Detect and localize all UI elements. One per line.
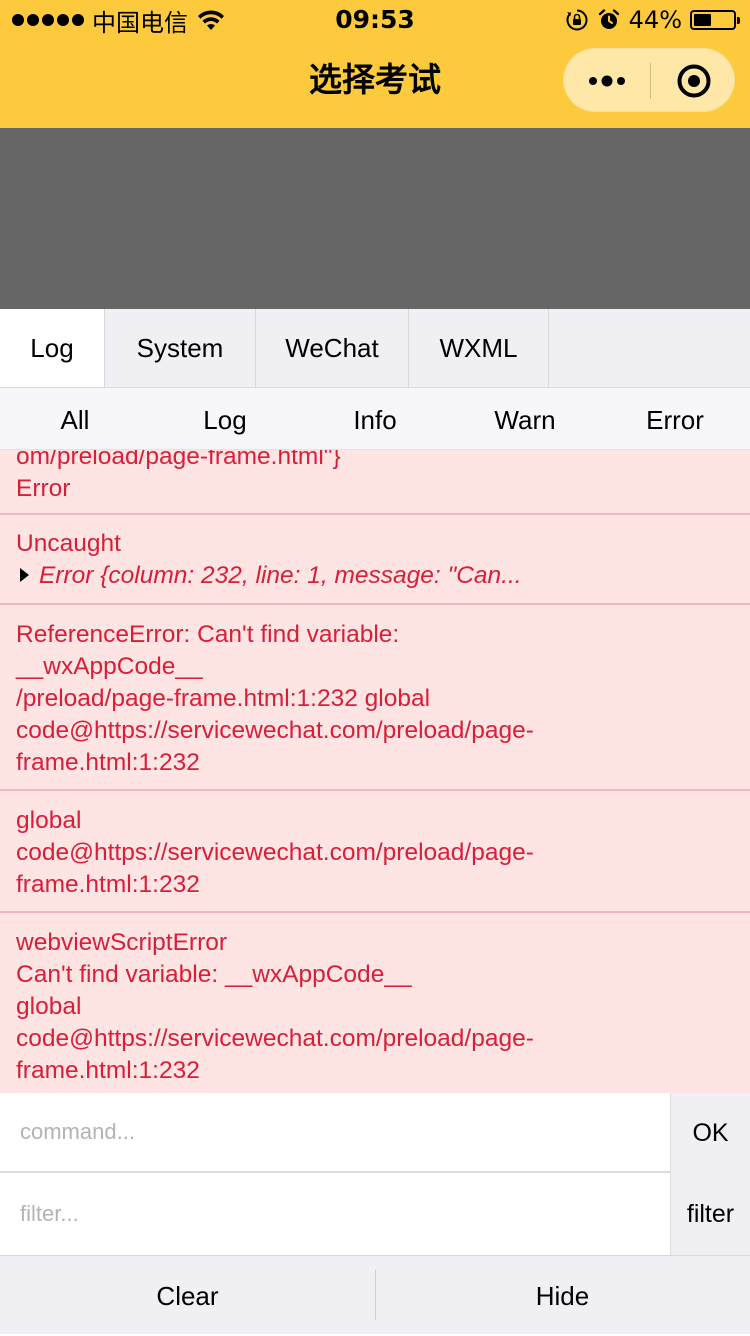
log-text: om/preload/page-frame.html"} xyxy=(16,450,341,470)
log-text: Can't find variable: __wxAppCode__ xyxy=(16,961,412,988)
hide-button[interactable]: Hide xyxy=(375,1256,750,1334)
log-entry: global code@https://servicewechat.com/pr… xyxy=(0,791,750,913)
command-row: OK xyxy=(0,1093,750,1173)
filter-warn[interactable]: Warn xyxy=(450,388,600,450)
log-text: code@https://servicewechat.com/preload/p… xyxy=(16,1025,534,1052)
log-text: ReferenceError: Can't find variable: xyxy=(16,621,400,648)
object-preview: Error {column: 232, line: 1, message: "C… xyxy=(39,562,522,589)
menu-capsule xyxy=(563,48,735,112)
filter-log[interactable]: Log xyxy=(150,388,300,450)
navigation-bar: 选择考试 xyxy=(0,40,750,128)
tab-wechat[interactable]: WeChat xyxy=(256,309,409,387)
wifi-icon xyxy=(198,10,224,30)
battery-level xyxy=(694,14,711,26)
log-text: global xyxy=(16,993,82,1020)
tab-system[interactable]: System xyxy=(105,309,256,387)
filter-row: filter xyxy=(0,1173,750,1255)
carrier-name: 中国电信 xyxy=(92,8,188,37)
log-text: code@https://servicewechat.com/preload/p… xyxy=(16,839,534,866)
battery-percent: 44% xyxy=(628,6,682,34)
filter-info[interactable]: Info xyxy=(300,388,450,450)
log-text: code@https://servicewechat.com/preload/p… xyxy=(16,717,534,744)
console-tabs: Log System WeChat WXML xyxy=(0,309,750,388)
status-right: 44% xyxy=(565,0,740,40)
status-bar: 中国电信 09:53 44% xyxy=(0,0,750,40)
tab-wxml[interactable]: WXML xyxy=(409,309,549,387)
battery-icon xyxy=(690,10,740,30)
command-input[interactable] xyxy=(0,1093,668,1171)
close-button[interactable] xyxy=(651,49,736,113)
status-left: 中国电信 xyxy=(12,0,226,40)
log-text: global xyxy=(16,807,82,834)
log-text: __wxAppCode__ xyxy=(16,653,203,680)
log-text: Error xyxy=(16,475,71,502)
log-entry: om/preload/page-frame.html"} Error xyxy=(0,450,750,515)
filter-button[interactable]: filter xyxy=(670,1173,750,1255)
clear-button[interactable]: Clear xyxy=(0,1256,375,1334)
log-entry: ReferenceError: Can't find variable: __w… xyxy=(0,605,750,791)
log-list[interactable]: om/preload/page-frame.html"} Error Uncau… xyxy=(0,450,750,1093)
orientation-lock-icon xyxy=(566,9,588,31)
expandable-object[interactable]: Error {column: 232, line: 1, message: "C… xyxy=(16,560,734,592)
log-level-filter: All Log Info Warn Error xyxy=(0,388,750,450)
log-text: frame.html:1:232 xyxy=(16,749,200,776)
console-toolbar: Clear Hide xyxy=(0,1255,750,1334)
log-text: webviewScriptError xyxy=(16,929,228,956)
log-text: frame.html:1:232 xyxy=(16,871,200,898)
log-text: /preload/page-frame.html:1:232 global xyxy=(16,685,431,712)
console-input-area: OK filter xyxy=(0,1093,750,1255)
log-text: frame.html:1:232 xyxy=(16,1057,200,1084)
more-dots-icon xyxy=(589,75,625,87)
alarm-icon xyxy=(598,9,619,29)
log-entry: Uncaught Error {column: 232, line: 1, me… xyxy=(0,515,750,605)
filter-error[interactable]: Error xyxy=(600,388,750,450)
more-button[interactable] xyxy=(564,49,650,113)
tab-log[interactable]: Log xyxy=(0,309,105,387)
log-text: Uncaught xyxy=(16,530,121,557)
filter-all[interactable]: All xyxy=(0,388,150,450)
ok-button[interactable]: OK xyxy=(670,1093,750,1173)
signal-dots-icon xyxy=(12,14,84,26)
expand-caret-icon xyxy=(20,568,29,582)
filter-input[interactable] xyxy=(0,1173,668,1255)
log-entry: webviewScriptError Can't find variable: … xyxy=(0,913,750,1093)
page-content-area xyxy=(0,128,750,309)
close-target-icon xyxy=(677,64,710,98)
